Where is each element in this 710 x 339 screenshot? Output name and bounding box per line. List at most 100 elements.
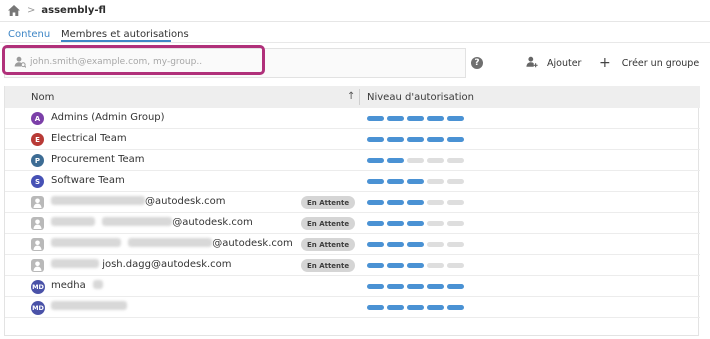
member-name: @autodesk.com — [51, 217, 253, 228]
permission-level-segment — [367, 263, 384, 268]
permission-level-segment — [387, 158, 404, 163]
tab-contenu[interactable]: Contenu — [8, 29, 50, 40]
member-name: josh.dagg@autodesk.com — [51, 259, 232, 270]
table-row[interactable]: @autodesk.com En Attente — [5, 213, 700, 234]
table-row[interactable]: A Admins (Admin Group) — [5, 108, 700, 129]
redacted-text — [92, 280, 103, 289]
redacted-text — [51, 238, 121, 247]
permission-level-segment — [367, 284, 384, 289]
user-avatar-icon — [31, 217, 44, 230]
column-header-name[interactable]: Nom — [31, 92, 54, 103]
redacted-text — [51, 301, 127, 310]
active-tab-indicator — [61, 40, 171, 42]
table-row[interactable]: josh.dagg@autodesk.com En Attente — [5, 255, 700, 276]
permission-level-indicator[interactable] — [367, 158, 464, 163]
table-row[interactable]: S Software Team — [5, 171, 700, 192]
permission-level-segment — [427, 242, 444, 247]
search-input[interactable] — [30, 55, 260, 69]
member-name: Electrical Team — [51, 133, 127, 144]
create-group-button[interactable]: + Créer un groupe — [599, 56, 699, 70]
table-row[interactable]: MD medha — [5, 276, 700, 297]
pending-status-badge: En Attente — [301, 238, 356, 251]
permission-level-segment — [387, 221, 404, 226]
permission-level-indicator[interactable] — [367, 305, 464, 310]
table-header: Nom ↑ Niveau d'autorisation — [5, 86, 700, 108]
permission-level-indicator[interactable] — [367, 200, 464, 205]
permission-level-segment — [387, 263, 404, 268]
permission-level-segment — [447, 284, 464, 289]
permission-level-indicator[interactable] — [367, 263, 464, 268]
create-group-label: Créer un groupe — [621, 57, 700, 69]
permission-level-segment — [447, 305, 464, 310]
permission-level-segment — [407, 116, 424, 121]
group-avatar: P — [31, 154, 44, 167]
permission-level-segment — [387, 137, 404, 142]
member-name-text: Admins (Admin Group) — [51, 112, 165, 123]
permission-level-segment — [387, 284, 404, 289]
tab-membres-et-autorisations[interactable]: Membres et autorisations — [61, 29, 189, 40]
pending-status-badge: En Attente — [301, 217, 356, 230]
user-avatar-icon — [31, 238, 44, 251]
permission-level-segment — [447, 200, 464, 205]
permission-level-indicator[interactable] — [367, 116, 464, 121]
table-row[interactable]: @autodesk.com En Attente — [5, 234, 700, 255]
group-avatar: A — [31, 112, 44, 125]
member-name-text: @autodesk.com — [172, 217, 253, 228]
permission-level-segment — [367, 221, 384, 226]
permission-level-segment — [367, 200, 384, 205]
permission-level-segment — [407, 200, 424, 205]
add-member-search-icon — [14, 56, 27, 68]
permission-level-segment — [407, 137, 424, 142]
permission-level-segment — [387, 242, 404, 247]
permission-level-segment — [447, 242, 464, 247]
permission-level-segment — [447, 116, 464, 121]
permission-level-segment — [367, 116, 384, 121]
permission-level-indicator[interactable] — [367, 284, 464, 289]
member-name — [51, 301, 127, 312]
permission-level-segment — [427, 137, 444, 142]
user-initials-avatar: MD — [31, 301, 45, 315]
permission-level-segment — [447, 221, 464, 226]
home-icon[interactable] — [8, 5, 20, 16]
permission-level-segment — [407, 263, 424, 268]
permission-level-indicator[interactable] — [367, 242, 464, 247]
breadcrumb: > assembly-fl — [0, 0, 710, 22]
permission-level-indicator[interactable] — [367, 221, 464, 226]
permission-level-segment — [387, 305, 404, 310]
permission-level-segment — [367, 179, 384, 184]
member-name-text: Procurement Team — [51, 154, 145, 165]
sort-ascending-icon[interactable]: ↑ — [347, 91, 355, 102]
table-row[interactable]: MD — [5, 297, 700, 318]
redacted-text — [51, 196, 145, 205]
table-row[interactable]: P Procurement Team — [5, 150, 700, 171]
permission-level-segment — [387, 116, 404, 121]
member-name-text: @autodesk.com — [145, 196, 226, 207]
table-row[interactable]: @autodesk.com En Attente — [5, 192, 700, 213]
member-name-text: medha — [51, 280, 86, 291]
permission-level-segment — [447, 179, 464, 184]
permission-level-segment — [407, 179, 424, 184]
help-icon[interactable]: ? — [471, 57, 483, 69]
redacted-text — [102, 217, 173, 226]
column-header-permission-level[interactable]: Niveau d'autorisation — [367, 92, 474, 103]
permission-level-segment — [407, 242, 424, 247]
permission-level-segment — [427, 284, 444, 289]
permission-level-segment — [447, 158, 464, 163]
permission-level-segment — [407, 284, 424, 289]
tab-bar: Contenu Membres et autorisations — [0, 22, 710, 43]
permission-level-segment — [367, 158, 384, 163]
table-row[interactable]: E Electrical Team — [5, 129, 700, 150]
project-title[interactable]: assembly-fl — [41, 5, 106, 16]
member-name: medha — [51, 280, 103, 291]
permission-level-indicator[interactable] — [367, 179, 464, 184]
permission-level-segment — [427, 179, 444, 184]
permission-level-indicator[interactable] — [367, 137, 464, 142]
member-name-text: Electrical Team — [51, 133, 127, 144]
members-table: Nom ↑ Niveau d'autorisation A Admins (Adm… — [4, 86, 700, 336]
permission-level-segment — [447, 137, 464, 142]
redacted-text — [51, 217, 95, 226]
permission-level-segment — [387, 179, 404, 184]
column-resize-handle[interactable] — [359, 89, 360, 105]
add-member-button[interactable]: Ajouter — [526, 56, 581, 70]
permission-level-segment — [427, 305, 444, 310]
